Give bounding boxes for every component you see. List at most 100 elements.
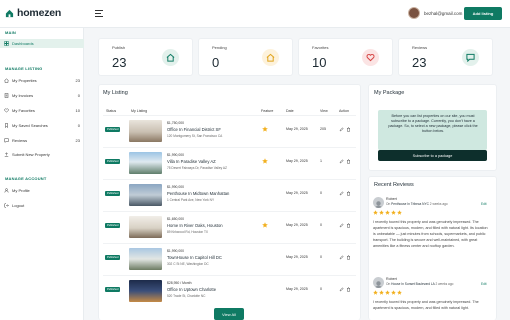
featured-star-icon[interactable] xyxy=(262,158,268,164)
star-icon xyxy=(385,290,390,295)
delete-icon[interactable] xyxy=(346,127,351,132)
sidebar-item-label: My Saved Searches xyxy=(12,123,48,128)
review-stars xyxy=(373,210,402,215)
logout-icon xyxy=(4,203,9,208)
property-thumbnail[interactable] xyxy=(129,120,162,142)
property-title[interactable]: Office In Uptown Charlotte xyxy=(167,287,216,292)
menu-toggle-icon[interactable] xyxy=(95,10,103,17)
edit-review-link[interactable]: Edit xyxy=(481,282,487,286)
sidebar-item-label: My Properties xyxy=(12,78,37,83)
property-thumbnail[interactable] xyxy=(129,280,162,302)
review-meta: On Penthouse In Tribeca NYC 2 weeks ago xyxy=(386,202,448,206)
star-icon xyxy=(379,290,384,295)
edit-icon[interactable] xyxy=(339,191,344,196)
delete-icon[interactable] xyxy=(346,255,351,260)
dashboard-icon xyxy=(4,41,9,46)
delete-icon[interactable] xyxy=(346,287,351,292)
subscribe-button[interactable]: Subscribe to a package xyxy=(378,150,487,161)
edit-icon[interactable] xyxy=(339,255,344,260)
sidebar-item-my-favorites[interactable]: My Favorites 10 xyxy=(0,106,84,115)
status-badge: Published xyxy=(105,255,121,260)
sidebar-item-reviews[interactable]: Reviews 23 xyxy=(0,136,84,145)
review-text: I recently toured this property and was … xyxy=(373,300,479,310)
property-title[interactable]: Office In Financial District SF xyxy=(167,127,221,132)
property-address: 302 C St NE, Washington DC xyxy=(167,262,209,266)
stat-value: 23 xyxy=(112,55,127,70)
stat-icon-circle xyxy=(362,49,379,66)
table-row: Published $1,990,000 TownHouse In Capito… xyxy=(103,243,356,273)
row-actions xyxy=(339,191,351,196)
listing-views: 0 xyxy=(320,223,322,227)
property-thumbnail[interactable] xyxy=(129,248,162,270)
delete-icon[interactable] xyxy=(346,159,351,164)
invoice-icon xyxy=(4,93,9,98)
stat-icon-circle xyxy=(162,49,179,66)
listing-title: My Listing xyxy=(103,90,128,96)
stat-card-reviews: Reviews 23 xyxy=(398,38,493,76)
edit-icon[interactable] xyxy=(339,159,344,164)
sidebar-item-my-invoices[interactable]: My Invoices 0 xyxy=(0,91,84,100)
property-price: $1,990,000 xyxy=(167,185,184,189)
package-notice: Before you can list properties on our si… xyxy=(378,110,487,150)
col-view: View xyxy=(320,109,328,113)
sidebar-item-label: Submit New Property xyxy=(12,152,50,157)
sidebar-item-my-properties[interactable]: My Properties 23 xyxy=(0,76,84,85)
status-badge: Published xyxy=(105,159,121,164)
table-row: Published $1,990,000 Villa In Paradise V… xyxy=(103,147,356,177)
username: bezhal@gmail.com xyxy=(424,10,463,16)
stat-icon-circle xyxy=(262,49,279,66)
edit-review-link[interactable]: Edit xyxy=(481,202,487,206)
review-text: I recently toured this property and was … xyxy=(373,220,488,248)
star-icon xyxy=(397,290,402,295)
listing-date: May 29, 2025 xyxy=(286,191,308,195)
review-property-link[interactable]: House In Sunset Boulevard LA xyxy=(391,282,434,286)
view-all-button[interactable]: View All xyxy=(214,308,244,320)
star-icon xyxy=(379,210,384,215)
row-actions xyxy=(339,255,351,260)
section-manage-listing: MANAGE LISTING xyxy=(5,66,43,71)
property-title[interactable]: Penthouse In Midtown Manhattan xyxy=(167,191,229,196)
sidebar-item-submit-property[interactable]: Submit New Property xyxy=(0,150,84,159)
avatar xyxy=(373,197,384,208)
sidebar-item-dashboard[interactable]: Dashboards xyxy=(0,39,84,48)
section-main: MAIN xyxy=(5,30,17,35)
sidebar-item-saved-searches[interactable]: My Saved Searches 0 xyxy=(0,121,84,130)
review-property-link[interactable]: Penthouse In Tribeca NYC xyxy=(391,202,429,206)
app-name: homezen xyxy=(17,7,62,19)
sidebar-item-label: My Invoices xyxy=(12,93,34,98)
stat-card-publish: Publish 23 xyxy=(98,38,193,76)
add-listing-button[interactable]: Add listing xyxy=(464,7,502,20)
sidebar-item-count: 23 xyxy=(75,78,80,83)
sidebar-item-label: My Profile xyxy=(12,188,30,193)
property-thumbnail[interactable] xyxy=(129,152,162,174)
bookmark-icon xyxy=(5,123,8,128)
app-logo[interactable]: homezen xyxy=(5,7,61,19)
property-price: $1,990,000 xyxy=(167,153,184,157)
heart-icon xyxy=(4,108,9,113)
property-thumbnail[interactable] xyxy=(129,216,162,238)
featured-star-icon[interactable] xyxy=(262,126,268,132)
stat-value: 10 xyxy=(312,55,327,70)
stat-label: Favorites xyxy=(312,45,329,50)
sidebar-item-my-profile[interactable]: My Profile xyxy=(0,186,84,195)
property-thumbnail[interactable] xyxy=(129,184,162,206)
user-menu[interactable]: bezhal@gmail.com xyxy=(408,7,462,19)
logo-house-icon xyxy=(5,9,14,17)
edit-icon[interactable] xyxy=(339,127,344,132)
listing-date: May 29, 2025 xyxy=(286,127,308,131)
sidebar-item-count: 23 xyxy=(75,138,80,143)
sidebar-item-logout[interactable]: Logout xyxy=(0,201,84,210)
table-row: Published $28,950 / Month Office In Upto… xyxy=(103,275,356,305)
reviews-title: Recent Reviews xyxy=(374,182,414,188)
reviewer-name: Robert xyxy=(386,197,397,201)
row-actions xyxy=(339,223,351,228)
featured-star-icon[interactable] xyxy=(262,222,268,228)
property-title[interactable]: TownHouse In Capitol Hill DC xyxy=(167,255,222,260)
edit-icon[interactable] xyxy=(339,287,344,292)
edit-icon[interactable] xyxy=(339,223,344,228)
delete-icon[interactable] xyxy=(346,223,351,228)
property-title[interactable]: Villa In Paradise Valley AZ xyxy=(167,159,216,164)
delete-icon[interactable] xyxy=(346,191,351,196)
property-title[interactable]: Home In River Oaks, Houston xyxy=(167,223,223,228)
review-stars xyxy=(373,290,402,295)
